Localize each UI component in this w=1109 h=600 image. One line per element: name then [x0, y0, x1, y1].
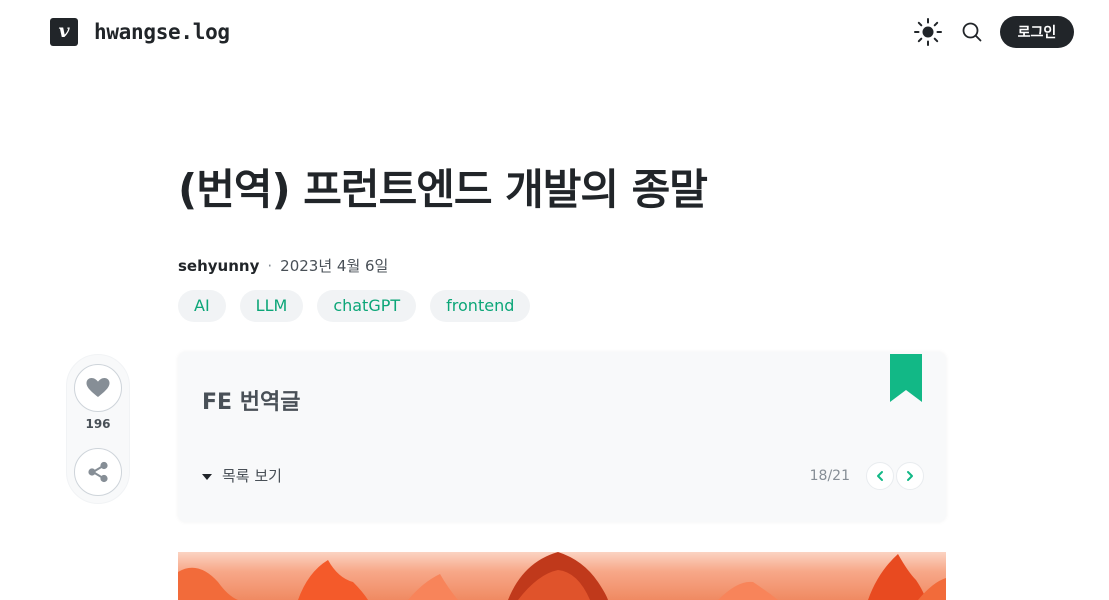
site-header: v hwangse.log 로그인 [0, 0, 1109, 64]
series-toggle-list[interactable]: 목록 보기 [202, 464, 282, 488]
login-button[interactable]: 로그인 [1000, 16, 1074, 48]
tag-item[interactable]: AI [178, 290, 226, 322]
chevron-left-icon [877, 471, 883, 481]
post-date: 2023년 4월 6일 [280, 257, 389, 275]
share-button[interactable] [74, 448, 122, 496]
caret-down-icon [202, 473, 212, 480]
chevron-right-icon [907, 471, 913, 481]
tag-list: AI LLM chatGPT frontend [178, 290, 544, 322]
search-icon [962, 22, 982, 42]
tag-item[interactable]: frontend [430, 290, 531, 322]
search-button[interactable] [956, 16, 988, 48]
theme-toggle-button[interactable] [912, 16, 944, 48]
post-title: (번역) 프런트엔드 개발의 종말 [178, 165, 708, 214]
series-title[interactable]: FE 번역글 [202, 384, 300, 416]
tag-item[interactable]: LLM [239, 290, 304, 322]
blog-name[interactable]: hwangse.log [94, 17, 230, 47]
series-next-button[interactable] [896, 462, 924, 490]
post-hero-image [178, 552, 946, 600]
series-progress: 18/21 [809, 468, 850, 484]
series-prev-button[interactable] [866, 462, 894, 490]
bookmark-icon [890, 354, 922, 402]
like-count: 196 [85, 417, 111, 431]
tag-item[interactable]: chatGPT [317, 290, 417, 322]
logo[interactable]: v [50, 18, 78, 46]
flame-illustration [178, 552, 946, 600]
author-name[interactable]: sehyunny [178, 257, 259, 275]
side-action-bar: 196 [66, 354, 130, 504]
like-button[interactable] [74, 364, 122, 412]
post-meta: sehyunny · 2023년 4월 6일 [178, 254, 388, 278]
series-box: FE 번역글 목록 보기 18/21 [178, 352, 946, 522]
share-icon [88, 461, 108, 483]
sun-icon [914, 18, 942, 46]
meta-separator: · [267, 257, 273, 275]
series-toggle-label: 목록 보기 [222, 467, 282, 485]
heart-icon [86, 378, 110, 397]
